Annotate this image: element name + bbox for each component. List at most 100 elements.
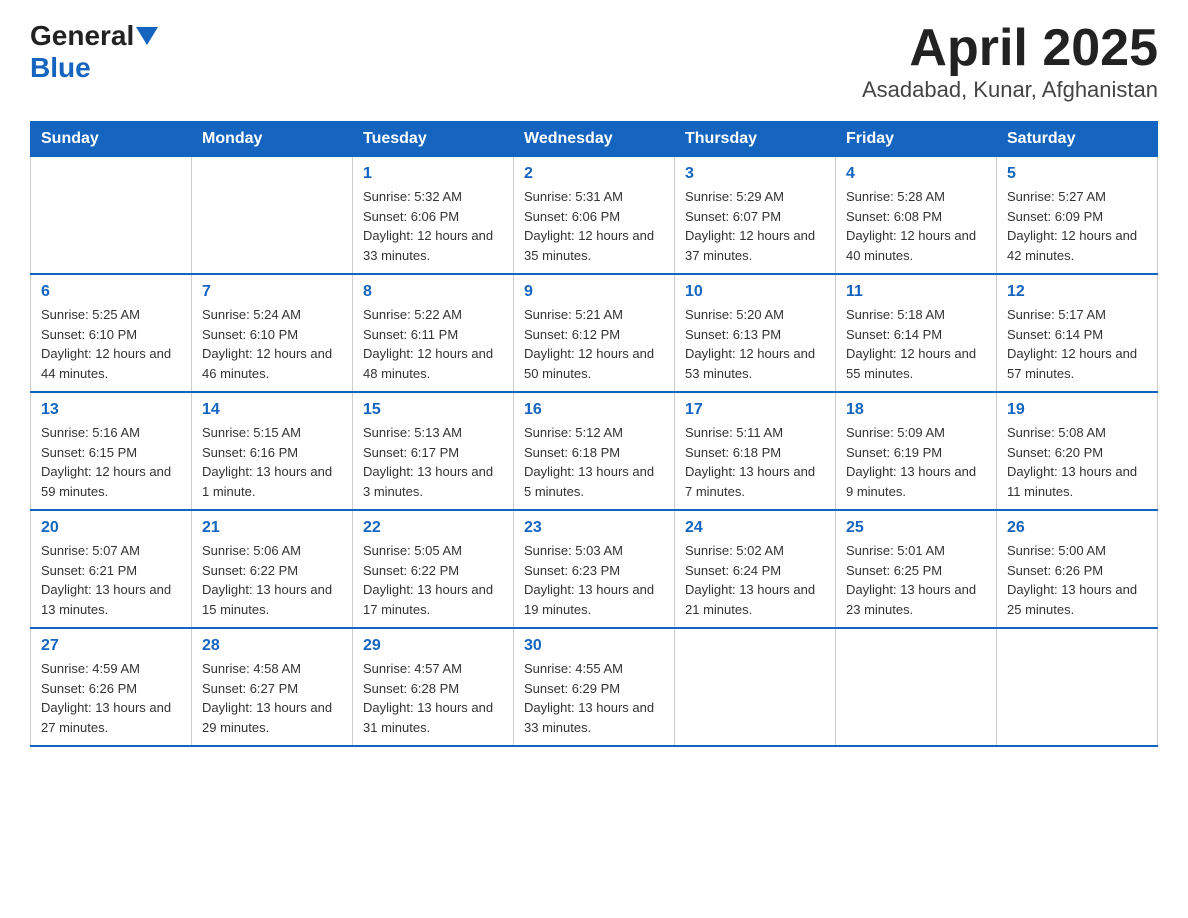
week-row-2: 6 Sunrise: 5:25 AMSunset: 6:10 PMDaylight…	[31, 274, 1158, 392]
week-row-1: 1 Sunrise: 5:32 AMSunset: 6:06 PMDaylight…	[31, 157, 1158, 275]
calendar-cell: 30Sunrise: 4:55 AMSunset: 6:29 PMDayligh…	[514, 628, 675, 746]
header-cell-wednesday: Wednesday	[514, 122, 675, 157]
day-number: 28	[202, 637, 342, 655]
day-info: Sunrise: 5:22 AMSunset: 6:11 PMDaylight:…	[363, 305, 503, 383]
day-number: 26	[1007, 519, 1147, 537]
day-number: 16	[524, 401, 664, 419]
day-info: Sunrise: 5:02 AMSunset: 6:24 PMDaylight:…	[685, 541, 825, 619]
week-row-3: 13Sunrise: 5:16 AMSunset: 6:15 PMDayligh…	[31, 392, 1158, 510]
day-info: Sunrise: 5:29 AMSunset: 6:07 PMDaylight:…	[685, 187, 825, 265]
calendar-cell: 18Sunrise: 5:09 AMSunset: 6:19 PMDayligh…	[836, 392, 997, 510]
calendar-table: SundayMondayTuesdayWednesdayThursdayFrid…	[30, 121, 1158, 747]
day-number: 4	[846, 165, 986, 183]
logo-general-text: General	[30, 20, 134, 52]
calendar-cell: 21 Sunrise: 5:06 AMSunset: 6:22 PMDayligh…	[192, 510, 353, 628]
day-number: 9	[524, 283, 664, 301]
day-info: Sunrise: 5:16 AMSunset: 6:15 PMDaylight:…	[41, 423, 181, 501]
logo: General Blue	[30, 20, 158, 84]
day-number: 6	[41, 283, 181, 301]
day-number: 29	[363, 637, 503, 655]
day-number: 11	[846, 283, 986, 301]
calendar-cell: 20Sunrise: 5:07 AMSunset: 6:21 PMDayligh…	[31, 510, 192, 628]
calendar-cell: 8 Sunrise: 5:22 AMSunset: 6:11 PMDaylight…	[353, 274, 514, 392]
day-info: Sunrise: 5:11 AMSunset: 6:18 PMDaylight:…	[685, 423, 825, 501]
day-number: 21	[202, 519, 342, 537]
day-number: 19	[1007, 401, 1147, 419]
calendar-cell: 1 Sunrise: 5:32 AMSunset: 6:06 PMDaylight…	[353, 157, 514, 275]
calendar-cell: 17 Sunrise: 5:11 AMSunset: 6:18 PMDayligh…	[675, 392, 836, 510]
header-cell-saturday: Saturday	[997, 122, 1158, 157]
title-block: April 2025 Asadabad, Kunar, Afghanistan	[862, 20, 1158, 103]
calendar-cell: 9 Sunrise: 5:21 AMSunset: 6:12 PMDaylight…	[514, 274, 675, 392]
day-info: Sunrise: 5:15 AMSunset: 6:16 PMDaylight:…	[202, 423, 342, 501]
day-info: Sunrise: 5:03 AMSunset: 6:23 PMDaylight:…	[524, 541, 664, 619]
header-cell-sunday: Sunday	[31, 122, 192, 157]
day-number: 25	[846, 519, 986, 537]
day-info: Sunrise: 5:01 AMSunset: 6:25 PMDaylight:…	[846, 541, 986, 619]
page-title: April 2025	[862, 20, 1158, 77]
day-info: Sunrise: 4:58 AMSunset: 6:27 PMDaylight:…	[202, 659, 342, 737]
calendar-cell: 14 Sunrise: 5:15 AMSunset: 6:16 PMDayligh…	[192, 392, 353, 510]
calendar-cell: 23 Sunrise: 5:03 AMSunset: 6:23 PMDayligh…	[514, 510, 675, 628]
day-info: Sunrise: 5:12 AMSunset: 6:18 PMDaylight:…	[524, 423, 664, 501]
day-number: 15	[363, 401, 503, 419]
calendar-cell: 4 Sunrise: 5:28 AMSunset: 6:08 PMDaylight…	[836, 157, 997, 275]
page-subtitle: Asadabad, Kunar, Afghanistan	[862, 77, 1158, 103]
day-number: 3	[685, 165, 825, 183]
calendar-cell: 28 Sunrise: 4:58 AMSunset: 6:27 PMDayligh…	[192, 628, 353, 746]
header-cell-friday: Friday	[836, 122, 997, 157]
calendar-cell: 12 Sunrise: 5:17 AMSunset: 6:14 PMDayligh…	[997, 274, 1158, 392]
day-info: Sunrise: 5:00 AMSunset: 6:26 PMDaylight:…	[1007, 541, 1147, 619]
day-number: 2	[524, 165, 664, 183]
logo-triangle-icon	[136, 27, 158, 50]
calendar-cell: 24 Sunrise: 5:02 AMSunset: 6:24 PMDayligh…	[675, 510, 836, 628]
day-info: Sunrise: 5:17 AMSunset: 6:14 PMDaylight:…	[1007, 305, 1147, 383]
calendar-cell: 16 Sunrise: 5:12 AMSunset: 6:18 PMDayligh…	[514, 392, 675, 510]
day-number: 5	[1007, 165, 1147, 183]
calendar-cell	[675, 628, 836, 746]
day-info: Sunrise: 5:18 AMSunset: 6:14 PMDaylight:…	[846, 305, 986, 383]
day-number: 24	[685, 519, 825, 537]
day-number: 18	[846, 401, 986, 419]
week-row-5: 27 Sunrise: 4:59 AMSunset: 6:26 PMDayligh…	[31, 628, 1158, 746]
day-number: 22	[363, 519, 503, 537]
page-header: General Blue April 2025 Asadabad, Kunar,…	[30, 20, 1158, 103]
calendar-cell: 26 Sunrise: 5:00 AMSunset: 6:26 PMDayligh…	[997, 510, 1158, 628]
day-number: 23	[524, 519, 664, 537]
day-number: 17	[685, 401, 825, 419]
day-number: 1	[363, 165, 503, 183]
week-row-4: 20Sunrise: 5:07 AMSunset: 6:21 PMDayligh…	[31, 510, 1158, 628]
calendar-cell: 11 Sunrise: 5:18 AMSunset: 6:14 PMDayligh…	[836, 274, 997, 392]
calendar-cell: 27 Sunrise: 4:59 AMSunset: 6:26 PMDayligh…	[31, 628, 192, 746]
day-info: Sunrise: 5:05 AMSunset: 6:22 PMDaylight:…	[363, 541, 503, 619]
day-info: Sunrise: 4:57 AMSunset: 6:28 PMDaylight:…	[363, 659, 503, 737]
day-info: Sunrise: 5:21 AMSunset: 6:12 PMDaylight:…	[524, 305, 664, 383]
calendar-cell	[836, 628, 997, 746]
day-info: Sunrise: 5:32 AMSunset: 6:06 PMDaylight:…	[363, 187, 503, 265]
day-info: Sunrise: 5:08 AMSunset: 6:20 PMDaylight:…	[1007, 423, 1147, 501]
day-number: 14	[202, 401, 342, 419]
day-info: Sunrise: 5:25 AMSunset: 6:10 PMDaylight:…	[41, 305, 181, 383]
calendar-body: 1 Sunrise: 5:32 AMSunset: 6:06 PMDaylight…	[31, 157, 1158, 747]
day-info: Sunrise: 5:06 AMSunset: 6:22 PMDaylight:…	[202, 541, 342, 619]
header-cell-thursday: Thursday	[675, 122, 836, 157]
calendar-cell	[31, 157, 192, 275]
day-number: 8	[363, 283, 503, 301]
day-info: Sunrise: 5:28 AMSunset: 6:08 PMDaylight:…	[846, 187, 986, 265]
day-number: 12	[1007, 283, 1147, 301]
calendar-cell: 5Sunrise: 5:27 AMSunset: 6:09 PMDaylight…	[997, 157, 1158, 275]
calendar-cell: 19 Sunrise: 5:08 AMSunset: 6:20 PMDayligh…	[997, 392, 1158, 510]
header-cell-tuesday: Tuesday	[353, 122, 514, 157]
day-info: Sunrise: 5:31 AMSunset: 6:06 PMDaylight:…	[524, 187, 664, 265]
calendar-cell: 25 Sunrise: 5:01 AMSunset: 6:25 PMDayligh…	[836, 510, 997, 628]
calendar-cell: 2 Sunrise: 5:31 AMSunset: 6:06 PMDaylight…	[514, 157, 675, 275]
calendar-cell: 22 Sunrise: 5:05 AMSunset: 6:22 PMDayligh…	[353, 510, 514, 628]
calendar-cell	[192, 157, 353, 275]
calendar-cell: 13Sunrise: 5:16 AMSunset: 6:15 PMDayligh…	[31, 392, 192, 510]
day-number: 27	[41, 637, 181, 655]
calendar-cell	[997, 628, 1158, 746]
calendar-cell: 29 Sunrise: 4:57 AMSunset: 6:28 PMDayligh…	[353, 628, 514, 746]
calendar-cell: 6 Sunrise: 5:25 AMSunset: 6:10 PMDaylight…	[31, 274, 192, 392]
day-info: Sunrise: 4:59 AMSunset: 6:26 PMDaylight:…	[41, 659, 181, 737]
logo-blue-text: Blue	[30, 52, 91, 83]
